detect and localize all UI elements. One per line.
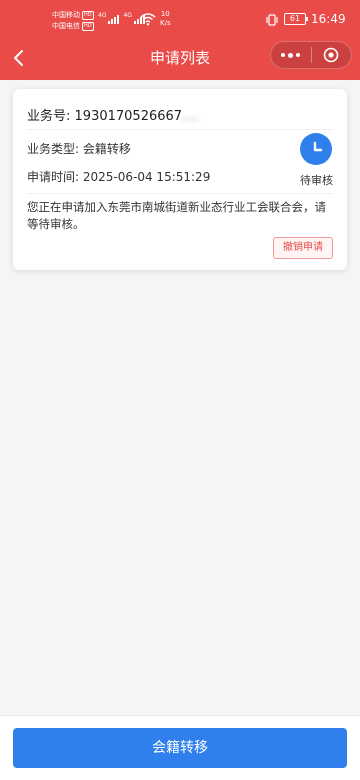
network-type-2: 4G <box>123 12 132 19</box>
business-type: 业务类型: 会籍转移 <box>27 140 131 157</box>
clock: 16:49 <box>311 12 346 26</box>
business-number-hidden: .... <box>182 109 199 124</box>
wifi-icon <box>140 13 156 26</box>
carrier-1: 中国移动 <box>52 11 80 19</box>
vibrate-icon <box>266 14 278 26</box>
carrier-info: 中国移动 HD 中国电信 HD <box>52 10 94 32</box>
speed-unit: K/s <box>160 19 171 27</box>
dot-icon <box>281 53 286 57</box>
application-card[interactable]: 业务号: 1930170526667.... 业务类型: 会籍转移 申请时间: … <box>13 89 347 270</box>
divider <box>27 193 333 194</box>
carrier-2: 中国电信 <box>52 22 80 30</box>
network-type-1: 4G <box>98 12 107 19</box>
bottom-bar: 会籍转移 <box>0 715 360 780</box>
status-badge: 待审核 <box>300 174 333 187</box>
revoke-application-button[interactable]: 撤销申请 <box>273 237 333 259</box>
target-icon <box>323 47 339 63</box>
signal-icons: 4G 4G <box>98 12 145 24</box>
business-number: 业务号: 1930170526667.... <box>27 105 199 124</box>
application-time-value: 2025-06-04 15:51:29 <box>82 170 211 184</box>
divider <box>27 129 333 130</box>
business-number-label: 业务号: <box>27 109 71 124</box>
nav-bar: 申请列表 <box>0 40 360 76</box>
clock-icon <box>300 133 332 165</box>
more-button[interactable] <box>271 41 311 69</box>
battery-icon: 61 <box>284 13 308 25</box>
dot-icon <box>296 53 301 57</box>
hd-badge-1: HD <box>82 11 94 20</box>
app-header: 中国移动 HD 中国电信 HD 4G 4G 10 K/s 61 16:49 申请… <box>0 0 360 80</box>
business-number-value: 1930170526667 <box>74 109 183 124</box>
signal-icon: 4G <box>98 12 120 24</box>
dot-icon <box>288 52 294 58</box>
application-description: 您正在申请加入东莞市南城街道新业态行业工会联合会，请等待审核。 <box>27 200 326 231</box>
membership-transfer-button[interactable]: 会籍转移 <box>13 728 347 768</box>
network-speed: 10 K/s <box>160 10 171 28</box>
status-bar: 中国移动 HD 中国电信 HD 4G 4G 10 K/s 61 16:49 <box>0 0 360 40</box>
application-time-label: 申请时间: <box>27 170 80 184</box>
application-time: 申请时间: 2025-06-04 15:51:29 <box>27 168 210 185</box>
business-type-value: 会籍转移 <box>82 142 131 156</box>
hd-badge-2: HD <box>82 22 94 31</box>
close-button[interactable] <box>311 41 351 69</box>
mini-program-capsule <box>270 41 352 69</box>
speed-value: 10 <box>160 10 170 18</box>
business-type-label: 业务类型: <box>27 142 80 156</box>
